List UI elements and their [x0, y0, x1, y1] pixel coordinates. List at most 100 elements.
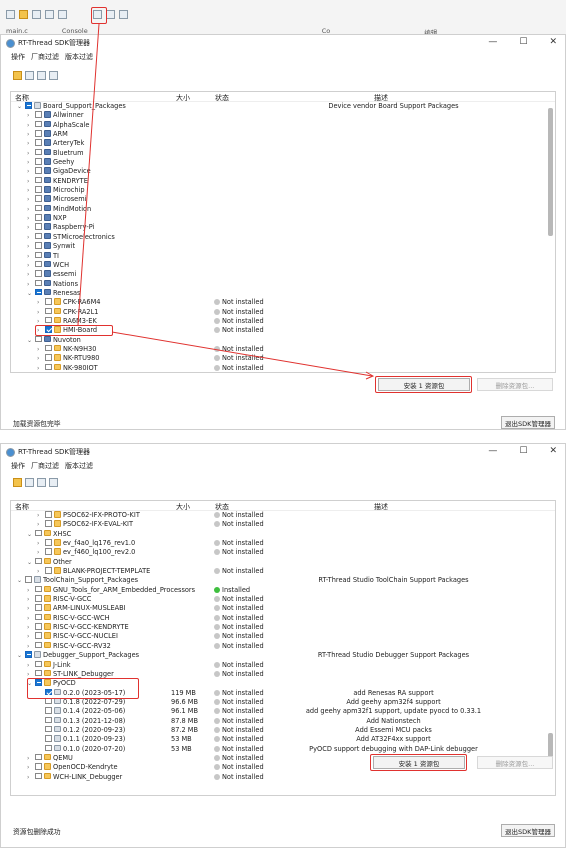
expand-chevron-icon[interactable]: › — [27, 614, 29, 623]
checkbox[interactable] — [35, 660, 42, 667]
expand-chevron-icon[interactable]: › — [37, 567, 39, 576]
expand-chevron-icon[interactable]: › — [37, 511, 39, 520]
tree-row[interactable]: › RISC-V-GCC Not installed — [11, 595, 555, 604]
expand-chevron-icon[interactable]: › — [37, 548, 39, 557]
tree-row[interactable]: › ev_f460_lq100_rev2.0 Not installed — [11, 548, 555, 557]
tree-row[interactable]: › ST-LINK_Debugger Not installed — [11, 669, 555, 679]
checkbox[interactable] — [45, 707, 52, 714]
tree-row[interactable]: › RISC-V-GCC-KENDRYTE Not installed — [11, 623, 555, 632]
tree-row[interactable]: ⌄ XHSC — [11, 529, 555, 539]
collapse-chevron-icon[interactable]: ⌄ — [27, 679, 32, 688]
expand-chevron-icon[interactable]: › — [27, 773, 29, 782]
expand-chevron-icon[interactable]: › — [27, 623, 29, 632]
tree-row[interactable]: › ARM-LINUX-MUSLEABI Not installed — [11, 604, 555, 613]
checkbox[interactable] — [45, 697, 52, 705]
checkbox[interactable] — [35, 613, 42, 621]
expand-icon[interactable] — [37, 477, 46, 487]
expand-chevron-icon[interactable]: › — [27, 604, 29, 613]
tree-row[interactable]: 0.1.4 (2022-05-06) 96.1 MB Not installed ad… — [11, 707, 555, 716]
tree-row[interactable]: 0.2.0 (2023-05-17) 119 MB Not installed add… — [11, 688, 555, 698]
collapse-chevron-icon[interactable]: ⌄ — [17, 576, 22, 585]
expand-chevron-icon[interactable]: › — [37, 539, 39, 548]
filter-icon[interactable] — [13, 477, 22, 487]
exit-button[interactable]: 退出SDK管理器 — [501, 824, 555, 837]
tree-row[interactable]: › GNU_Tools_for_ARM_Embedded_Processors In… — [11, 585, 555, 595]
checkbox[interactable] — [35, 585, 42, 593]
tree-row[interactable]: › PSOC62-IFX-PROTO-KIT Not installed — [11, 511, 555, 520]
checkbox[interactable] — [35, 669, 42, 677]
expand-chevron-icon[interactable]: › — [37, 520, 39, 529]
install-button[interactable]: 安装 1 资源包 — [373, 756, 465, 769]
checkbox[interactable] — [35, 529, 42, 537]
checkbox[interactable] — [45, 744, 52, 752]
checkbox[interactable] — [35, 753, 42, 761]
checkbox[interactable] — [35, 623, 42, 630]
row-name: Debugger_Support_Packages — [43, 651, 140, 660]
minimize-icon[interactable]: — — [488, 446, 497, 456]
checkbox[interactable] — [45, 716, 52, 724]
checkbox[interactable] — [45, 539, 52, 546]
checkbox[interactable] — [35, 632, 42, 639]
tree-row[interactable]: ⌄ Other — [11, 557, 555, 567]
row-desc: RT-Thread Studio Debugger Support Packag… — [317, 651, 470, 660]
expand-chevron-icon[interactable]: › — [27, 661, 29, 670]
expand-chevron-icon[interactable]: › — [27, 642, 29, 651]
checkbox[interactable] — [45, 520, 52, 527]
expand-chevron-icon[interactable]: › — [27, 632, 29, 641]
row-status: Not installed — [214, 754, 264, 763]
tree-row[interactable]: › WCH-LINK_Debugger Not installed — [11, 772, 555, 782]
expand-chevron-icon[interactable]: › — [27, 670, 29, 679]
checkbox[interactable] — [25, 651, 32, 658]
maximize-icon[interactable]: ☐ — [519, 446, 527, 456]
checkbox[interactable] — [35, 772, 42, 780]
menu-version-filter[interactable]: 版本过滤 — [65, 461, 93, 471]
tree-row[interactable]: › RISC-V-GCC-NUCLEI Not installed — [11, 632, 555, 641]
expand-chevron-icon[interactable]: › — [27, 763, 29, 772]
checkbox[interactable] — [35, 679, 42, 686]
tree-row[interactable]: 0.1.1 (2020-09-23) 53 MB Not installed Add … — [11, 735, 555, 744]
checkbox[interactable] — [45, 735, 52, 742]
expand-chevron-icon[interactable]: › — [27, 595, 29, 604]
menu-operate[interactable]: 操作 — [11, 461, 25, 471]
tree-row[interactable]: › RISC-V-GCC-WCH Not installed — [11, 613, 555, 623]
menu-vendor-filter[interactable]: 厂商过滤 — [31, 461, 59, 471]
tree-row[interactable]: ⌄ PyOCD — [11, 679, 555, 688]
package-icon — [54, 744, 61, 752]
checkbox[interactable] — [45, 567, 52, 574]
close-icon[interactable]: ✕ — [549, 446, 557, 456]
tree-row[interactable]: 0.1.3 (2021-12-08) 87.8 MB Not installed Ad… — [11, 716, 555, 726]
collapse-chevron-icon[interactable]: ⌄ — [27, 558, 32, 567]
collapse-icon[interactable] — [49, 477, 58, 487]
tree-row[interactable]: › PSOC62-IFX-EVAL-KIT Not installed — [11, 520, 555, 529]
tree-row[interactable]: › OpenOCD-Kendryte Not installed — [11, 763, 555, 772]
checkbox[interactable] — [45, 511, 52, 518]
tree-row[interactable]: › QEMU Not installed — [11, 753, 555, 763]
tree-row[interactable]: 0.1.8 (2022-07-29) 96.6 MB Not installed Ad… — [11, 697, 555, 707]
folder-icon — [44, 753, 51, 761]
collapse-chevron-icon[interactable]: ⌄ — [17, 651, 22, 660]
checkbox[interactable] — [35, 557, 42, 565]
tree-row[interactable]: 0.1.0 (2020-07-20) 53 MB Not installed PyOC… — [11, 744, 555, 754]
checkbox[interactable] — [45, 548, 52, 555]
tree-row[interactable]: 0.1.2 (2020-09-23) 87.2 MB Not installed Ad… — [11, 725, 555, 735]
collapse-chevron-icon[interactable]: ⌄ — [27, 530, 32, 539]
expand-chevron-icon[interactable]: › — [27, 586, 29, 595]
row-name: GNU_Tools_for_ARM_Embedded_Processors — [53, 585, 196, 594]
tree-row[interactable]: › J-Link Not installed — [11, 660, 555, 670]
tree-row[interactable]: › RISC-V-GCC-RV32 Not installed — [11, 641, 555, 651]
tree-row[interactable]: › BLANK-PROJECT-TEMPLATE Not installed — [11, 567, 555, 576]
tree-row[interactable]: ⌄ ToolChain_Support_Packages RT-Thread Stu… — [11, 576, 555, 585]
expand-chevron-icon[interactable]: › — [27, 754, 29, 763]
checkbox[interactable] — [35, 641, 42, 649]
tree-row[interactable]: › ev_f4a0_lq176_rev1.0 Not installed — [11, 539, 555, 548]
row-status: Not installed — [214, 707, 264, 716]
checkbox[interactable] — [25, 576, 32, 583]
checkbox[interactable] — [35, 595, 42, 602]
remove-button[interactable]: 删除资源包... — [477, 756, 553, 769]
checkbox[interactable] — [45, 725, 52, 733]
tree-row[interactable]: ⌄ Debugger_Support_Packages RT-Thread Stud… — [11, 651, 555, 660]
refresh-icon[interactable] — [25, 477, 34, 487]
checkbox[interactable] — [35, 763, 42, 770]
checkbox[interactable] — [35, 604, 42, 611]
checkbox[interactable] — [45, 688, 52, 696]
